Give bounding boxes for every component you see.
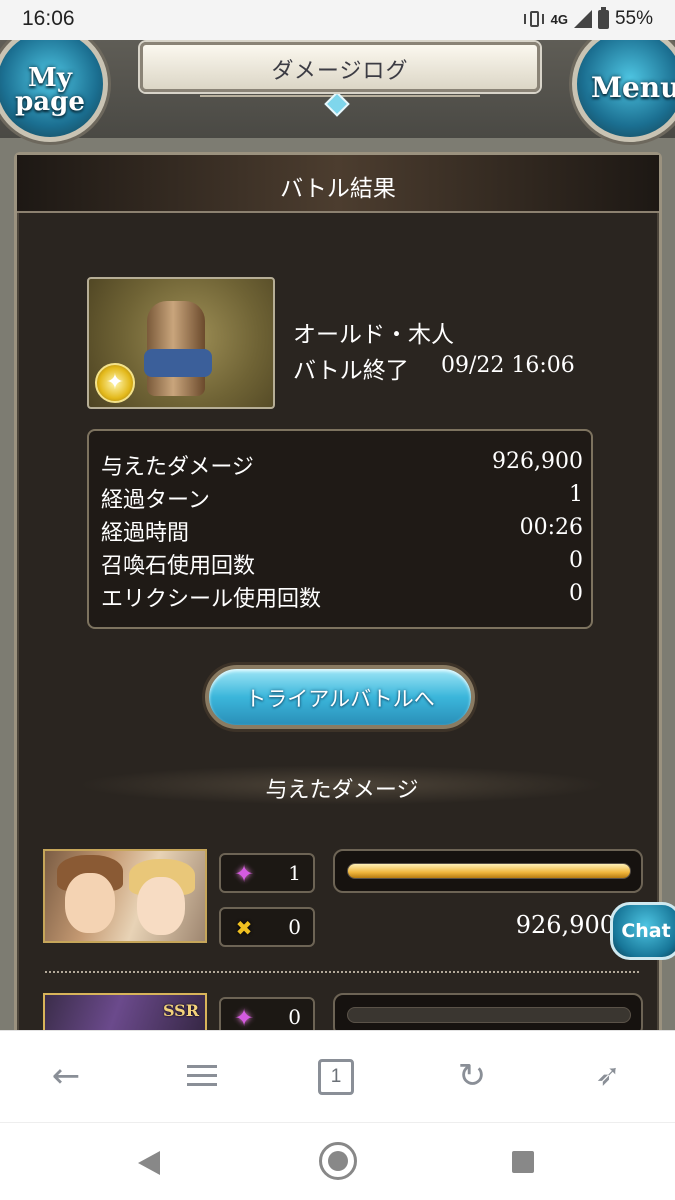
- status-bar: 16:06 4G 55%: [0, 0, 675, 40]
- stat-label: エリクシール使用回数: [101, 587, 322, 612]
- trial-battle-button[interactable]: トライアルバトルへ: [205, 665, 475, 729]
- damage-bar-track: [347, 1007, 631, 1023]
- stat-row-time: 経過時間 00:26: [101, 515, 583, 547]
- battle-status: バトル終了: [293, 358, 409, 384]
- page-title-banner: ダメージログ: [140, 42, 540, 92]
- star-count-box: ✦ 1: [219, 853, 315, 893]
- damage-bar: [333, 849, 643, 893]
- game-view: ダメージログ My page Menu バトル結果 オールド・木人 バトル終了 …: [0, 40, 675, 1030]
- stat-value: 0: [569, 548, 583, 573]
- character-row: SSR ✦ 0: [43, 993, 643, 1030]
- nav-back-icon[interactable]: [138, 1151, 160, 1175]
- damage-value: 926,900: [515, 911, 615, 939]
- back-arrow-icon[interactable]: ←: [46, 1059, 86, 1095]
- system-nav-bar: [0, 1122, 675, 1200]
- crystal-star-icon: ✦: [233, 860, 255, 888]
- stat-value: 926,900: [492, 449, 583, 474]
- character-portrait[interactable]: [43, 849, 207, 943]
- row-divider: [45, 971, 639, 973]
- boss-cloth: [144, 349, 212, 377]
- rocket-icon[interactable]: ➶: [588, 1059, 628, 1095]
- damage-bar: [333, 993, 643, 1030]
- nav-recents-icon[interactable]: [512, 1151, 534, 1173]
- star-count: 1: [288, 861, 301, 885]
- status-icons: 4G 55%: [523, 6, 653, 30]
- character-row: ✦ 1 ✖ 0 926,900: [43, 849, 643, 949]
- skill-count: 0: [288, 915, 301, 939]
- panel-title-bar: バトル結果: [17, 155, 659, 213]
- chat-button[interactable]: Chat: [610, 902, 675, 960]
- character-portrait[interactable]: SSR: [43, 993, 207, 1030]
- tabs-icon[interactable]: 1: [318, 1059, 354, 1095]
- trial-battle-label: トライアルバトルへ: [245, 687, 435, 711]
- damage-section-title: 与えたダメージ: [265, 778, 419, 803]
- light-element-icon: [95, 363, 135, 403]
- page-title: ダメージログ: [271, 59, 409, 84]
- boss-image: [87, 277, 275, 409]
- ssr-badge: SSR: [162, 1001, 199, 1020]
- vibrate-icon: [523, 10, 545, 28]
- stat-label: 与えたダメージ: [101, 455, 254, 480]
- stat-row-elixirs: エリクシール使用回数 0: [101, 581, 583, 613]
- stat-row-summons: 召喚石使用回数 0: [101, 548, 583, 580]
- stat-row-turns: 経過ターン 1: [101, 482, 583, 514]
- nav-home-icon[interactable]: [319, 1142, 357, 1180]
- skill-count-box: ✖ 0: [219, 907, 315, 947]
- mypage-label-2: page: [15, 87, 85, 117]
- stat-label: 召喚石使用回数: [101, 554, 256, 579]
- stat-label: 経過時間: [101, 521, 190, 546]
- boss-name: オールド・木人: [293, 322, 454, 348]
- signal-icon: [573, 10, 592, 28]
- status-time: 16:06: [22, 7, 75, 30]
- stat-value: 1: [569, 482, 583, 507]
- battery-percent: 55%: [614, 8, 653, 29]
- portrait-face: [65, 873, 115, 933]
- reload-icon[interactable]: ↻: [452, 1059, 492, 1095]
- stat-value: 0: [569, 581, 583, 606]
- crystal-star-icon: ✦: [233, 1004, 255, 1030]
- stat-label: 経過ターン: [101, 488, 210, 513]
- network-type: 4G: [550, 11, 568, 27]
- stat-value: 00:26: [519, 515, 583, 540]
- stats-box: 与えたダメージ 926,900 経過ターン 1 経過時間 00:26 召喚石使用…: [87, 429, 593, 629]
- damage-bar-track: [347, 863, 631, 879]
- panel-title: バトル結果: [280, 176, 396, 202]
- damage-section-header: 与えたダメージ: [77, 765, 607, 805]
- stat-row-damage: 与えたダメージ 926,900: [101, 449, 583, 481]
- battle-result-panel: バトル結果 オールド・木人 バトル終了 09/22 16:06 与えたダメージ …: [14, 152, 662, 1030]
- skill-icon: ✖: [235, 916, 253, 940]
- battery-icon: [597, 6, 609, 29]
- damage-bar-fill: [348, 864, 630, 878]
- star-count-box: ✦ 0: [219, 997, 315, 1030]
- menu-label: Menu: [591, 71, 675, 104]
- browser-toolbar: ← 1 ↻ ➶: [0, 1030, 675, 1122]
- star-count: 0: [288, 1005, 301, 1029]
- portrait-face: [137, 877, 185, 935]
- battle-datetime: 09/22 16:06: [441, 353, 575, 378]
- menu-icon[interactable]: [182, 1059, 222, 1095]
- chat-label: Chat: [621, 920, 671, 942]
